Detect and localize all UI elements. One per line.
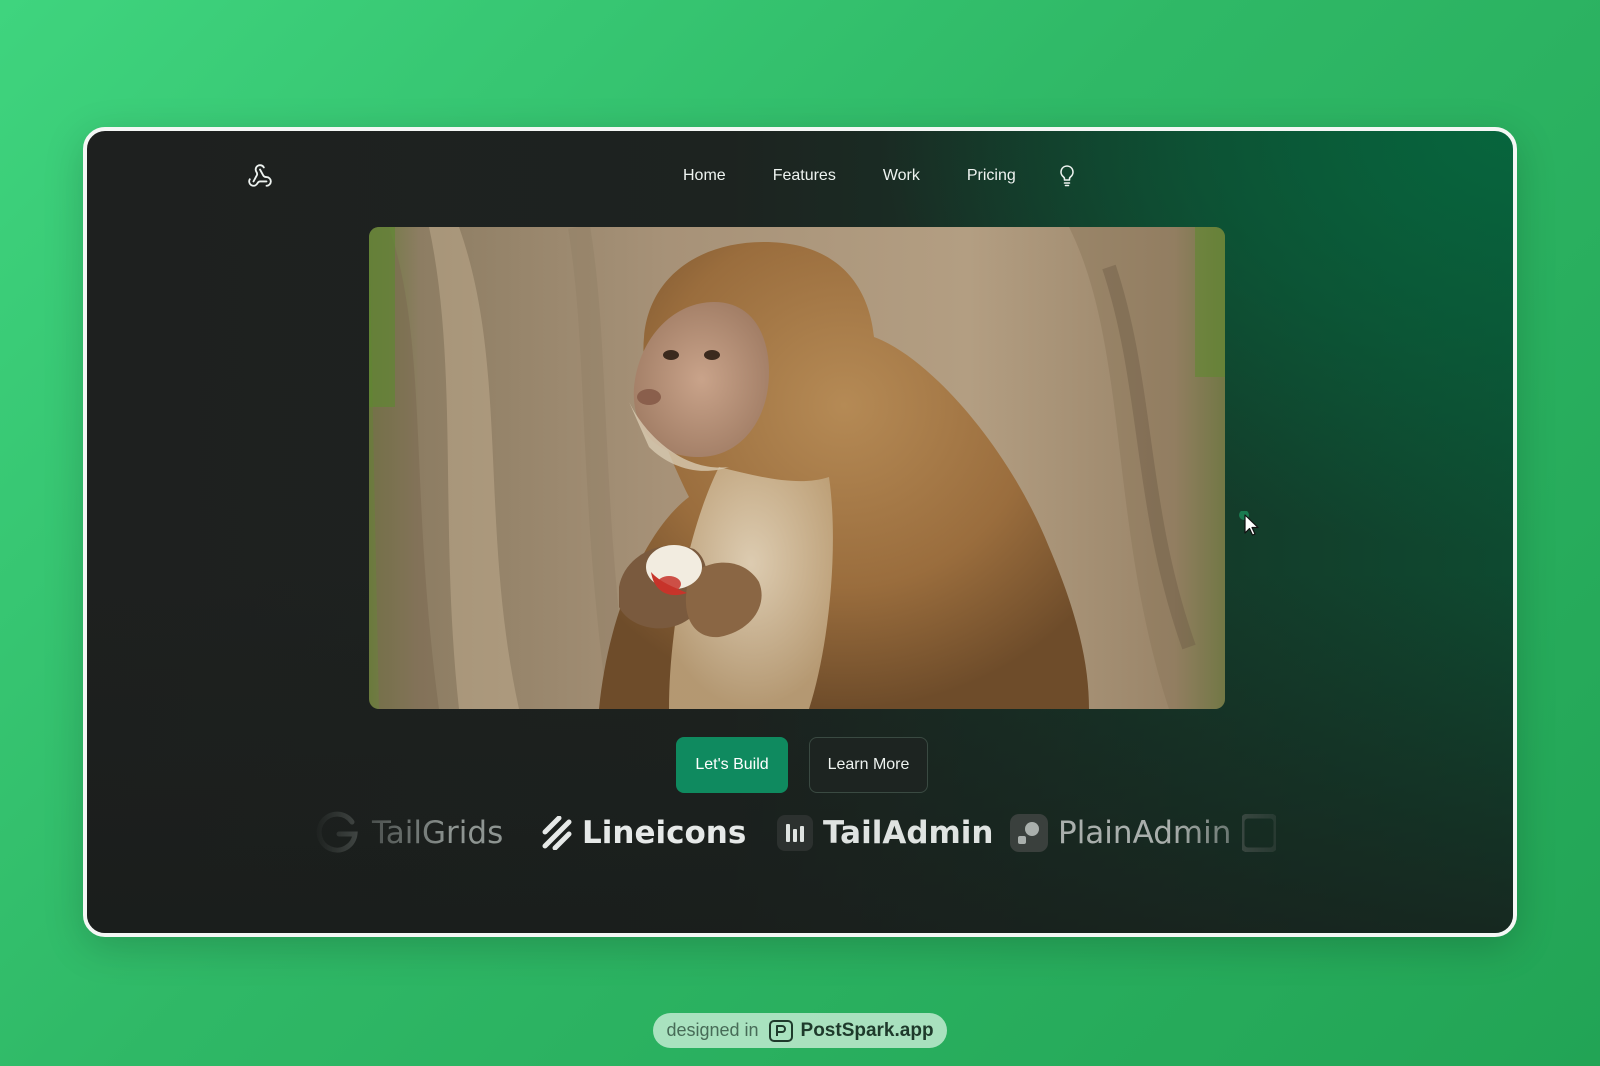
main-nav: Home Features Work Pricing — [683, 164, 1076, 188]
brand-name: PlainAdmin — [1058, 815, 1232, 851]
lightbulb-icon[interactable] — [1058, 164, 1076, 188]
brand-tailadmin: TailAdmin — [777, 803, 994, 863]
brand-plainadmin: PlainAdmin — [1010, 803, 1231, 863]
badge-brand: PostSpark.app — [800, 1019, 934, 1041]
nav-work[interactable]: Work — [883, 167, 920, 185]
lineicons-logo-icon — [542, 816, 572, 850]
hero-image — [369, 227, 1225, 709]
brand-name: TailGrids — [372, 815, 504, 851]
postspark-logo-icon — [768, 1019, 793, 1042]
monkey-photo — [369, 227, 1225, 709]
brand-partial — [1242, 803, 1286, 863]
designed-in-badge[interactable]: designed in PostSpark.app — [653, 1013, 947, 1048]
tailgrids-logo-icon — [312, 808, 362, 858]
nav-features[interactable]: Features — [773, 167, 836, 185]
webhook-icon[interactable] — [247, 163, 273, 189]
brand-name: TailAdmin — [823, 815, 994, 851]
browser-frame: Home Features Work Pricing Let's Build L… — [83, 127, 1517, 937]
brand-lineicons: Lineicons — [542, 803, 746, 863]
brand-name: Lineicons — [582, 815, 747, 851]
brand-logo-strip: TailGrids Lineicons TailAdmin PlainAdmin — [312, 803, 1312, 863]
plainadmin-logo-icon — [1010, 814, 1048, 852]
nav-pricing[interactable]: Pricing — [967, 167, 1016, 185]
tailadmin-logo-icon — [777, 815, 813, 851]
nav-home[interactable]: Home — [683, 167, 726, 185]
mouse-pointer-icon — [1239, 511, 1259, 536]
learn-more-button[interactable]: Learn More — [809, 737, 928, 793]
brand-tailgrids: TailGrids — [312, 803, 503, 863]
lets-build-button[interactable]: Let's Build — [676, 737, 788, 793]
partial-brand-logo-icon — [1242, 814, 1276, 852]
badge-prefix: designed in — [666, 1020, 759, 1040]
